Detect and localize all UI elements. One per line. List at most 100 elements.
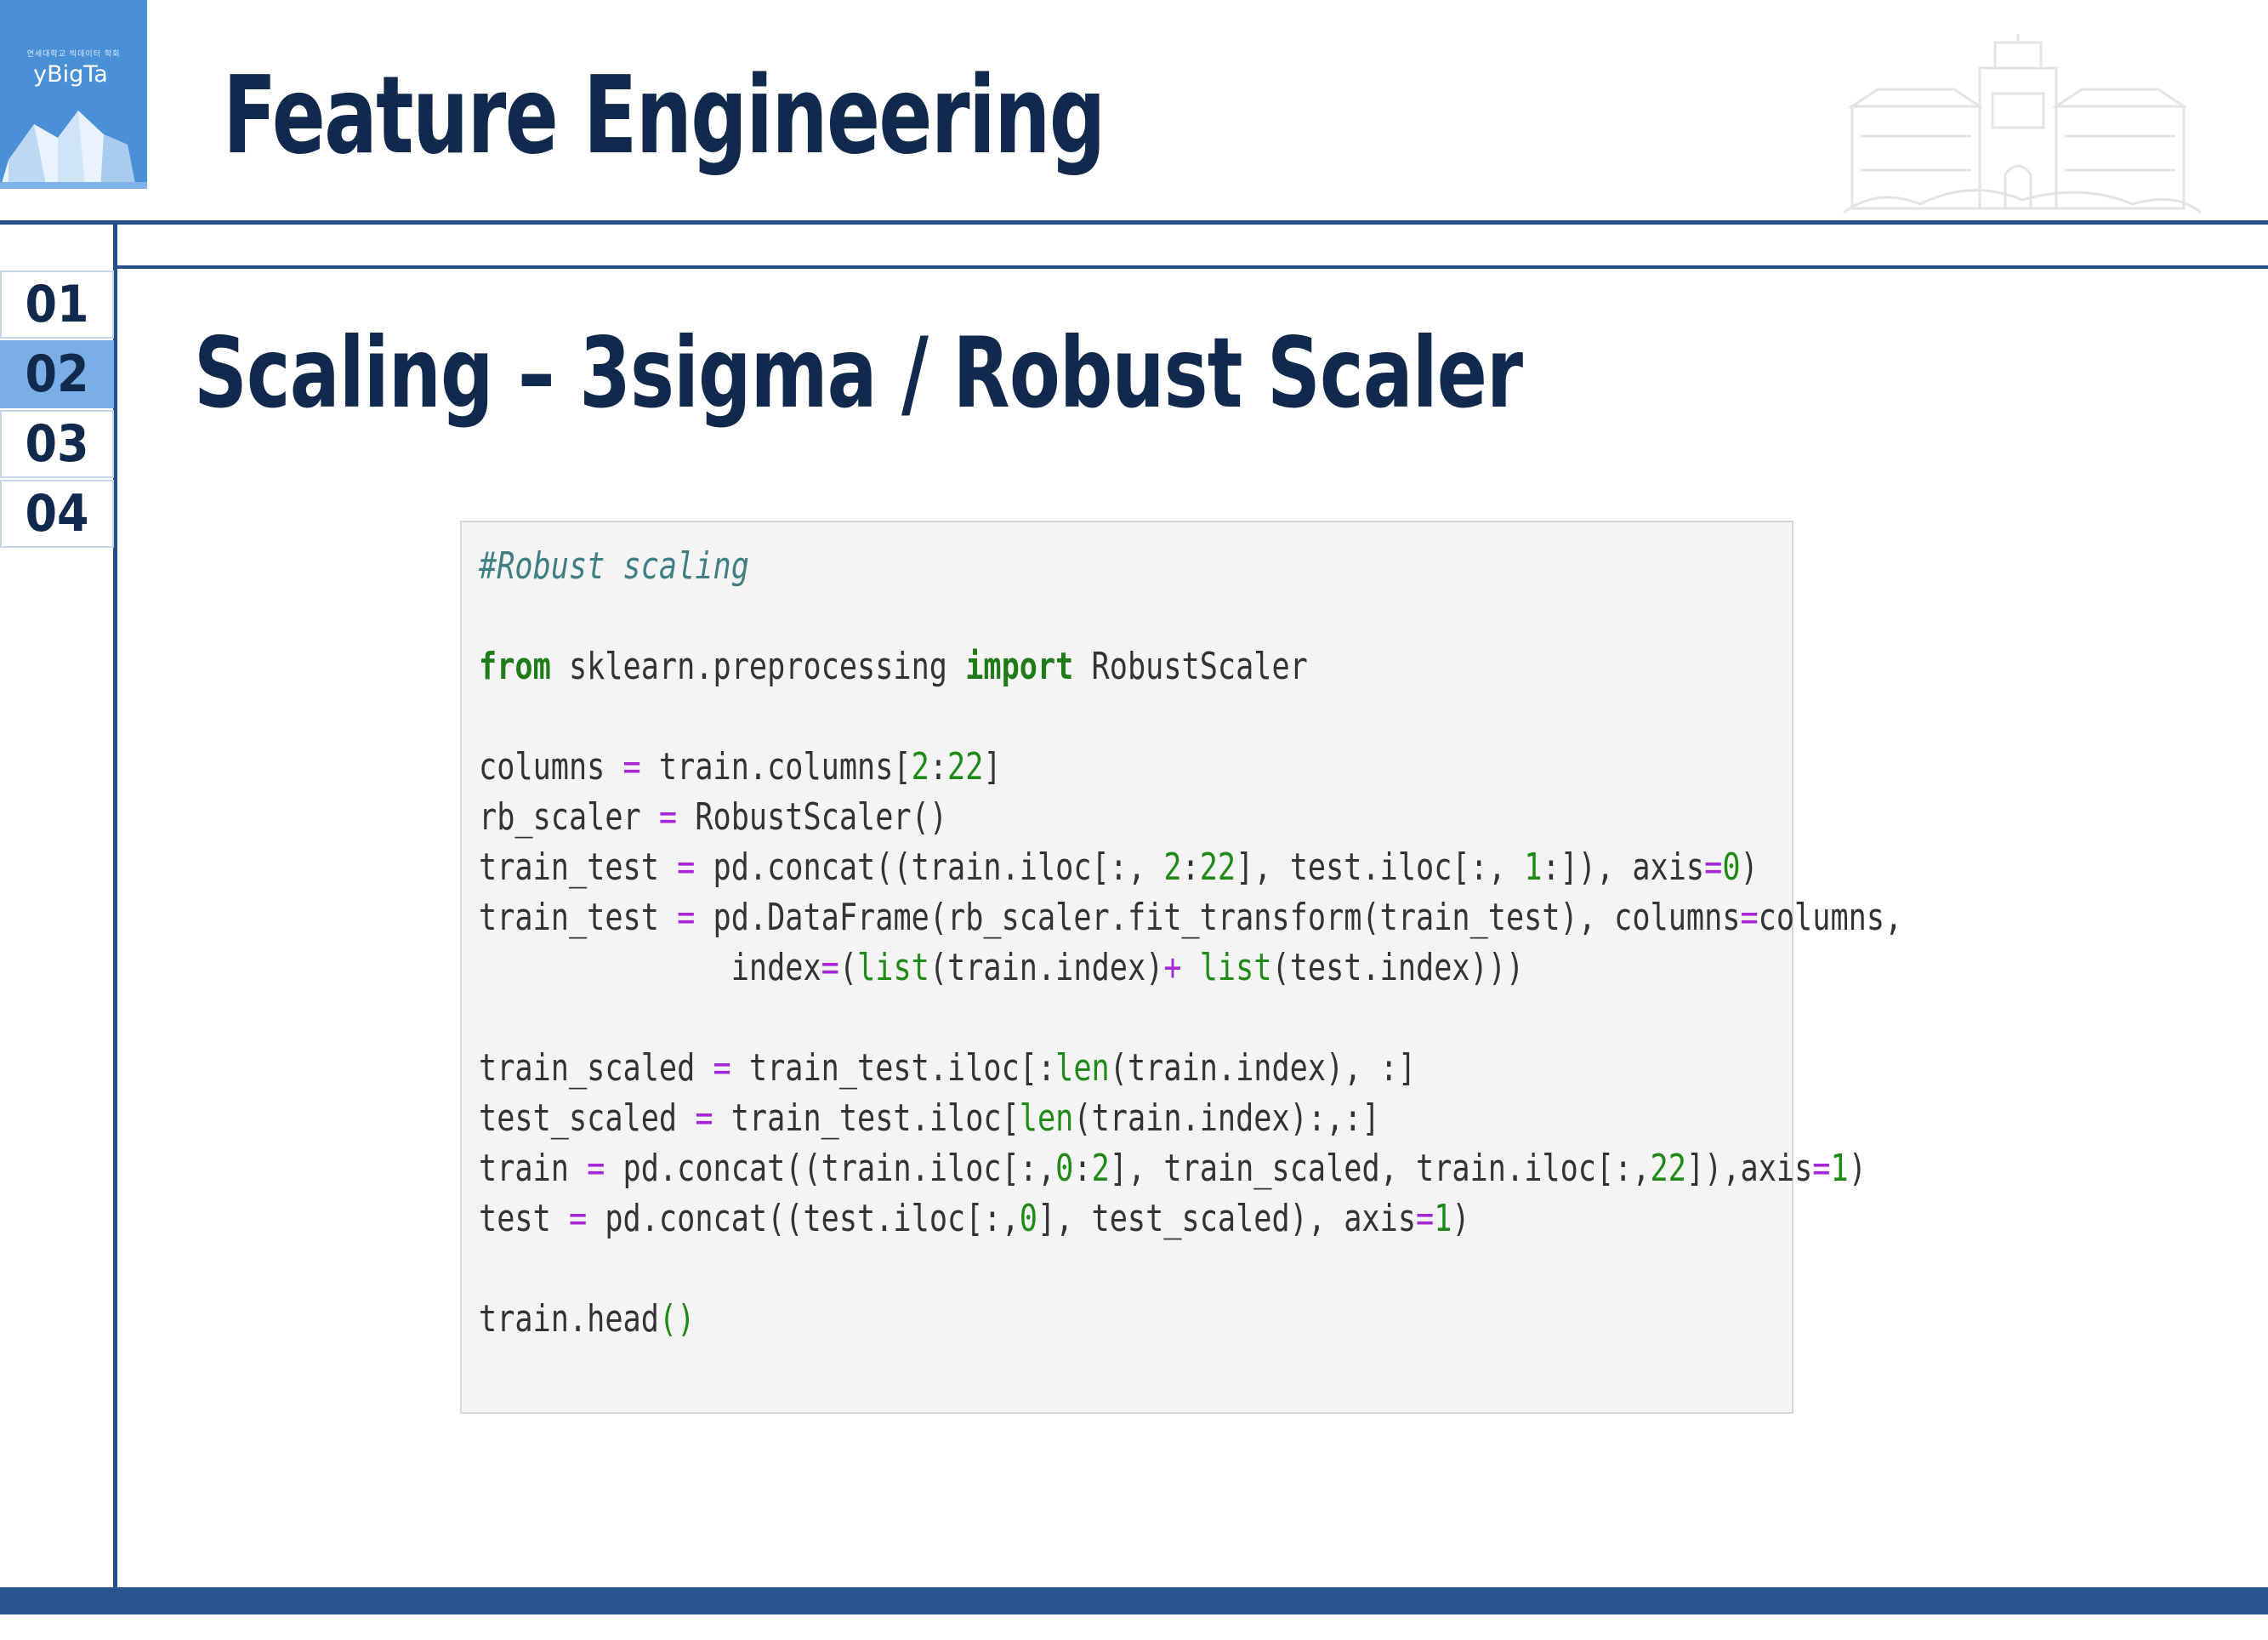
code-line: train.head() (479, 1294, 1902, 1344)
code-token: RobustScaler() (677, 795, 948, 839)
code-line: train_scaled = train_test.iloc[:len(trai… (479, 1043, 1902, 1093)
logo-name: yBigTa (33, 61, 108, 88)
code-token: 0 (1722, 846, 1741, 889)
nav-item-04[interactable]: 04 (0, 480, 114, 548)
code-token: = (1740, 896, 1759, 939)
code-token: 22 (1650, 1147, 1686, 1190)
code-token: 0 (1055, 1147, 1074, 1190)
iceberg-icon (0, 111, 147, 189)
code-token: (train.index), :] (1109, 1046, 1417, 1090)
page-title: Feature Engineering (223, 53, 1106, 178)
code-token: ) (1848, 1147, 1867, 1190)
code-token: pd.concat((train.iloc[:, (695, 846, 1164, 889)
code-token: ], train_scaled, train.iloc[:, (1109, 1147, 1651, 1190)
code-token: (train.index) (929, 946, 1164, 989)
code-line: train_test = pd.concat((train.iloc[:, 2:… (479, 842, 1902, 892)
code-token: 22 (947, 745, 984, 789)
code-token: pd.DataFrame(rb_scaler.fit_transform(tra… (695, 896, 1741, 939)
code-token: = (821, 946, 839, 989)
code-token: 22 (1199, 846, 1236, 889)
code-line: test_scaled = train_test.iloc[len(train.… (479, 1093, 1902, 1143)
code-token: (test.index))) (1271, 946, 1525, 989)
logo-caption: 연세대학교 빅데이터 학회 (26, 50, 121, 59)
code-token: (train.index):,:] (1073, 1096, 1380, 1140)
code-line: train_test = pd.DataFrame(rb_scaler.fit_… (479, 892, 1902, 942)
nav-item-01[interactable]: 01 (0, 270, 114, 339)
code-token: = (1812, 1147, 1831, 1190)
code-line: columns = train.columns[2:22] (479, 742, 1902, 792)
code-token: train_test.iloc[: (730, 1046, 1056, 1090)
code-token: = (622, 745, 641, 789)
section-nav: 01 02 03 04 (0, 270, 114, 550)
code-token: test_scaled (479, 1096, 696, 1140)
code-line: rb_scaler = RobustScaler() (479, 792, 1902, 842)
code-token: : (929, 745, 948, 789)
code-token: ]),axis (1685, 1147, 1813, 1190)
code-token: from (479, 645, 551, 688)
footer-bar (0, 1587, 2268, 1614)
code-token: #Robust scaling (479, 544, 749, 588)
code-line: index=(list(train.index)+ list(test.inde… (479, 942, 1902, 993)
code-token: len (1055, 1046, 1110, 1090)
code-token: 1 (1434, 1197, 1452, 1240)
code-token: ] (983, 745, 1002, 789)
code-token: train.columns[ (640, 745, 912, 789)
nav-item-03[interactable]: 03 (0, 410, 114, 478)
code-token: list (1199, 946, 1272, 989)
code-token: index (479, 946, 821, 989)
code-token: = (568, 1197, 588, 1240)
code-token: : (1073, 1147, 1092, 1190)
code-token: = (677, 896, 696, 939)
code-line: from sklearn.preprocessing import Robust… (479, 641, 1902, 692)
code-token: pd.concat((train.iloc[:, (605, 1147, 1056, 1190)
code-text: #Robust scaling from sklearn.preprocessi… (479, 541, 1902, 1344)
code-token: sklearn.preprocessing (550, 645, 966, 688)
content-divider (114, 265, 2268, 269)
code-token: 1 (1524, 846, 1543, 889)
code-token: ) (1740, 846, 1759, 889)
code-line: #Robust scaling (479, 541, 1902, 591)
code-token: 1 (1830, 1147, 1849, 1190)
code-block: #Robust scaling from sklearn.preprocessi… (460, 521, 1902, 1414)
code-token: train_test (479, 896, 678, 939)
code-token: columns (479, 745, 623, 789)
code-token: : (1181, 846, 1200, 889)
code-token: import (965, 645, 1074, 688)
slide-subtitle: Scaling – 3sigma / Robust Scaler (194, 316, 1523, 430)
code-line: test = pd.concat((test.iloc[:,0], test_s… (479, 1193, 1902, 1244)
code-token: = (658, 795, 678, 839)
code-token: test (479, 1197, 569, 1240)
code-token: list (857, 946, 929, 989)
ybigta-logo: 연세대학교 빅데이터 학회 yBigTa (0, 0, 147, 189)
code-token: 0 (1019, 1197, 1037, 1240)
code-token: rb_scaler (479, 795, 659, 839)
code-token: = (587, 1147, 605, 1190)
code-token: train (479, 1147, 588, 1190)
code-token: = (695, 1096, 713, 1140)
code-token: () (658, 1297, 696, 1341)
code-token: ) (1452, 1197, 1470, 1240)
code-token: train.head (479, 1297, 659, 1341)
code-token: = (677, 846, 696, 889)
code-token: RobustScaler (1073, 645, 1308, 688)
code-token: ( (838, 946, 858, 989)
code-line: train = pd.concat((train.iloc[:,0:2], tr… (479, 1143, 1902, 1193)
code-token: train_test (479, 846, 678, 889)
code-token: 2 (1091, 1147, 1110, 1190)
code-token: = (1704, 846, 1723, 889)
nav-item-02[interactable]: 02 (0, 340, 114, 408)
code-token: :]), axis (1542, 846, 1705, 889)
code-token: + (1163, 946, 1182, 989)
code-token: 2 (911, 745, 929, 789)
code-token: ], test.iloc[:, (1236, 846, 1525, 889)
header-divider (0, 220, 2268, 225)
code-token: = (1416, 1197, 1435, 1240)
code-token: ], test_scaled), axis (1037, 1197, 1417, 1240)
code-token: 2 (1163, 846, 1182, 889)
code-token: train_scaled (479, 1046, 713, 1090)
